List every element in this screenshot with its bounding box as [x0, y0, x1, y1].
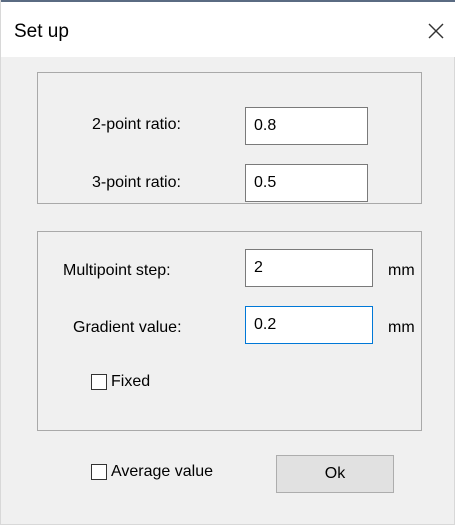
close-icon: [428, 23, 444, 39]
gradient-value-unit: mm: [388, 319, 415, 336]
ok-button[interactable]: Ok: [276, 455, 394, 493]
gradient-value-label: Gradient value:: [73, 319, 182, 336]
fixed-checkbox[interactable]: Fixed: [91, 371, 150, 393]
two-point-ratio-label: 2-point ratio:: [92, 116, 181, 133]
fixed-checkbox-box[interactable]: [91, 374, 107, 390]
setup-dialog: Set up 2-point ratio: 3-point ratio: Mul…: [0, 0, 455, 525]
multipoint-step-input[interactable]: [245, 249, 373, 287]
three-point-ratio-label: 3-point ratio:: [92, 174, 181, 191]
average-value-checkbox[interactable]: Average value: [91, 461, 213, 483]
two-point-ratio-input[interactable]: [245, 107, 368, 145]
title-bar: Set up: [1, 0, 455, 57]
close-button[interactable]: [419, 14, 453, 48]
average-value-checkbox-label: Average value: [111, 463, 213, 480]
multipoint-step-label: Multipoint step:: [63, 262, 171, 279]
gradient-value-input[interactable]: [245, 306, 373, 344]
multipoint-step-unit: mm: [388, 262, 415, 279]
fixed-checkbox-label: Fixed: [111, 373, 151, 390]
window-title: Set up: [14, 21, 69, 42]
three-point-ratio-input[interactable]: [245, 164, 368, 202]
average-value-checkbox-box[interactable]: [91, 464, 107, 480]
